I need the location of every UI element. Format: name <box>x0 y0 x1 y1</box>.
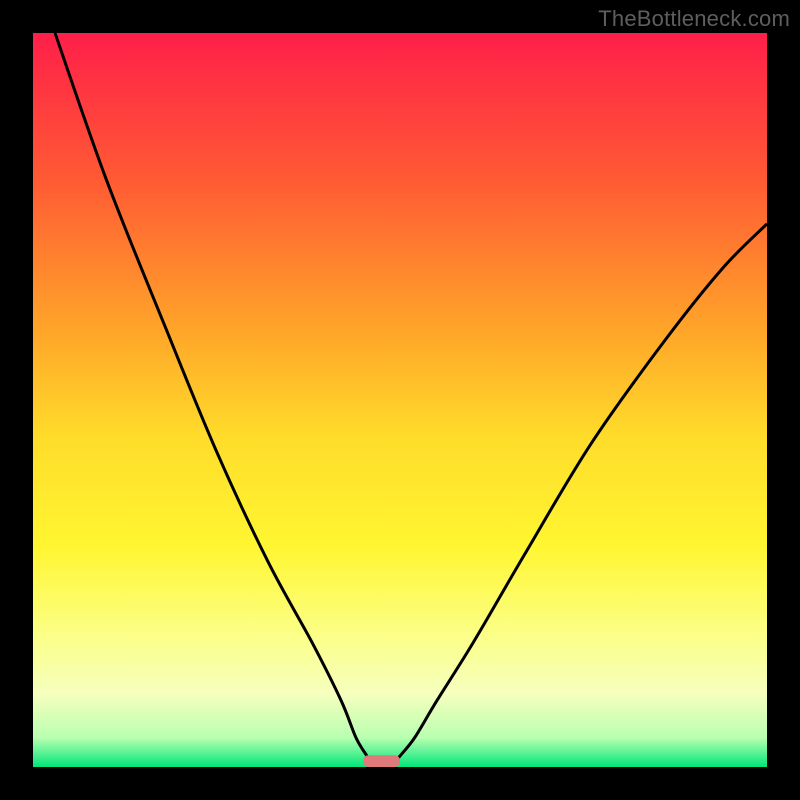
watermark-text: TheBottleneck.com <box>598 6 790 32</box>
chart-frame: TheBottleneck.com <box>0 0 800 800</box>
chart-svg <box>33 33 767 767</box>
minimum-marker <box>363 755 400 767</box>
gradient-background <box>33 33 767 767</box>
plot-area <box>33 33 767 767</box>
